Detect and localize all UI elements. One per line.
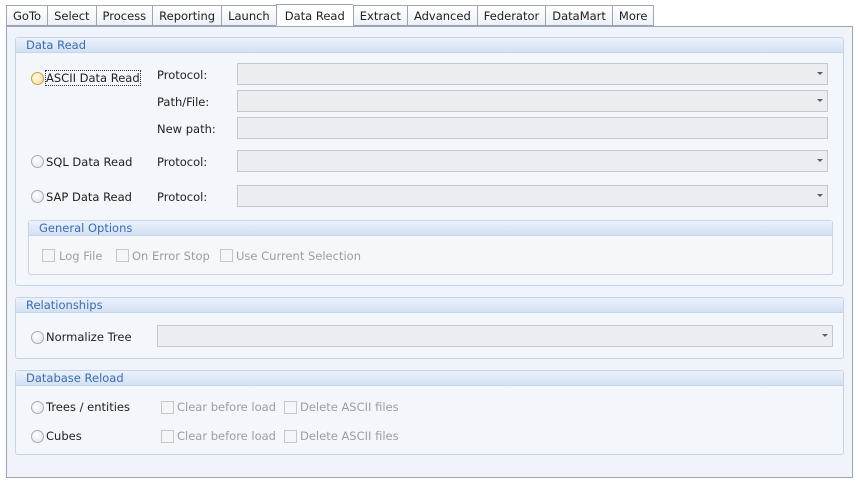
ascii-data-read-radio[interactable] [31,72,44,85]
relationships-group: Relationships Normalize Tree [15,297,844,359]
use-current-selection-label: Use Current Selection [236,249,361,263]
trees-clear-before-load-checkbox[interactable] [161,401,174,414]
tab-select[interactable]: Select [47,5,96,26]
cubes-label[interactable]: Cubes [46,429,82,443]
on-error-stop-checkbox[interactable] [116,249,129,262]
ascii-path-dropdown[interactable] [237,90,828,112]
general-options-header: General Options [29,221,832,236]
relationships-header: Relationships [16,298,843,313]
tab-datamart[interactable]: DataMart [545,5,612,26]
tab-process[interactable]: Process [95,5,153,26]
trees-delete-ascii-label: Delete ASCII files [300,400,399,414]
trees-entities-radio[interactable] [31,401,44,414]
sap-data-read-radio[interactable] [31,190,44,203]
tab-goto[interactable]: GoTo [6,5,48,26]
ascii-protocol-dropdown[interactable] [237,63,828,85]
tab-extract[interactable]: Extract [352,5,407,26]
sap-data-read-label[interactable]: SAP Data Read [46,190,132,204]
sap-protocol-label: Protocol: [157,190,208,204]
sql-protocol-dropdown[interactable] [237,150,828,172]
chevron-down-icon [817,99,823,102]
on-error-stop-label: On Error Stop [132,249,210,263]
tab-federator[interactable]: Federator [476,5,546,26]
sql-protocol-label: Protocol: [157,155,208,169]
tab-advanced[interactable]: Advanced [406,5,477,26]
normalize-tree-radio[interactable] [31,331,44,344]
database-reload-header: Database Reload [16,371,843,386]
chevron-down-icon [822,334,828,337]
trees-entities-label[interactable]: Trees / entities [46,400,130,414]
chevron-down-icon [817,72,823,75]
general-options-group: General Options Log File On Error Stop U… [28,220,833,275]
normalize-tree-dropdown[interactable] [157,325,833,347]
sql-data-read-radio[interactable] [31,155,44,168]
log-file-checkbox[interactable] [42,249,55,262]
use-current-selection-checkbox[interactable] [220,249,233,262]
cubes-delete-ascii-label: Delete ASCII files [300,429,399,443]
tab-data-read[interactable]: Data Read [275,4,353,26]
tab-launch[interactable]: Launch [221,5,276,26]
cubes-radio[interactable] [31,430,44,443]
ascii-newpath-label: New path: [157,122,216,136]
sql-data-read-label[interactable]: SQL Data Read [46,155,132,169]
database-reload-group: Database Reload Trees / entities Clear b… [15,370,844,455]
tab-reporting[interactable]: Reporting [152,5,222,26]
data-read-header: Data Read [16,38,843,53]
new-path-input[interactable] [237,117,828,139]
trees-delete-ascii-checkbox[interactable] [284,401,297,414]
chevron-down-icon [817,159,823,162]
data-read-group: Data Read ASCII Data Read Protocol: Path… [15,37,844,286]
trees-clear-before-load-label: Clear before load [177,400,276,414]
tab-strip: GoTo Select Process Reporting Launch Dat… [6,4,655,26]
normalize-tree-label[interactable]: Normalize Tree [46,330,132,344]
sap-protocol-dropdown[interactable] [237,185,828,207]
tab-panel: Data Read ASCII Data Read Protocol: Path… [6,26,853,478]
cubes-delete-ascii-checkbox[interactable] [284,430,297,443]
log-file-label: Log File [59,249,103,263]
chevron-down-icon [817,194,823,197]
tab-more[interactable]: More [611,5,655,26]
cubes-clear-before-load-checkbox[interactable] [161,430,174,443]
cubes-clear-before-load-label: Clear before load [177,429,276,443]
ascii-data-read-label[interactable]: ASCII Data Read [45,70,141,86]
ascii-protocol-label: Protocol: [157,68,208,82]
ascii-path-label: Path/File: [157,95,210,109]
